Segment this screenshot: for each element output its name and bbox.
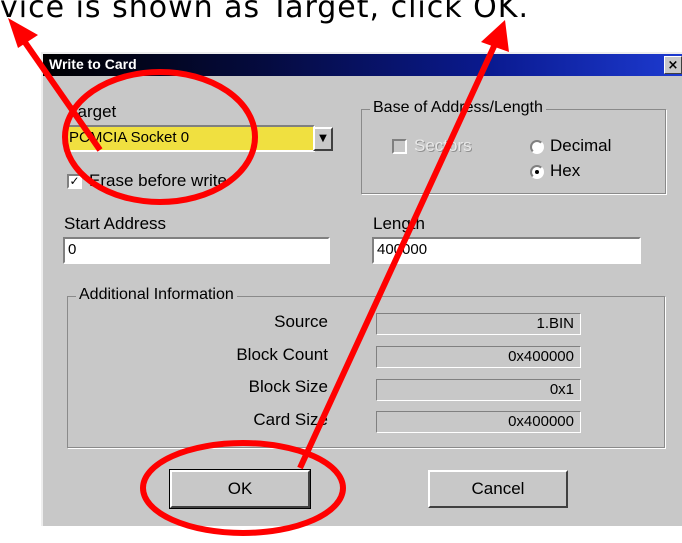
close-button[interactable]: × [664,56,682,74]
dialog-titlebar[interactable]: Write to Card × [43,54,682,76]
base-address-group-label: Base of Address/Length [370,99,546,117]
start-address-input[interactable]: 0 [63,237,330,264]
block-count-value: 0x400000 [376,346,581,368]
ok-button[interactable]: OK [169,469,311,509]
chevron-down-icon[interactable]: ▼ [313,127,333,151]
start-address-label: Start Address [64,214,167,233]
hex-label: Hex [550,161,581,180]
length-label: Length [373,214,425,233]
target-label: Target [69,102,117,121]
instruction-caption: vice is shown as Target, click OK. [0,0,529,25]
source-value: 1.BIN [376,313,581,335]
card-size-value: 0x400000 [376,411,581,433]
source-label: Source [274,312,328,331]
erase-label: Erase before write [89,171,227,190]
card-size-label: Card Size [253,410,328,429]
write-to-card-dialog: Write to Card × Target PCMCIA Socket 0 ▼… [41,52,682,526]
block-count-label: Block Count [236,345,328,364]
hex-radio[interactable] [530,165,544,179]
sectors-label: Sectors [414,136,472,155]
base-address-group: Base of Address/Length Sectors Decimal H… [361,99,666,194]
decimal-radio[interactable] [530,140,544,154]
dialog-title: Write to Card [49,56,137,72]
target-select-value: PCMCIA Socket 0 [69,129,190,146]
length-input[interactable]: 400000 [372,237,641,264]
block-size-label: Block Size [248,377,328,396]
cancel-button[interactable]: Cancel [428,470,568,508]
block-size-value: 0x1 [376,379,581,401]
sectors-checkbox[interactable] [392,139,407,154]
decimal-label: Decimal [550,136,612,155]
erase-checkbox[interactable]: ✓ [67,174,82,189]
target-select[interactable]: PCMCIA Socket 0 [64,125,315,152]
additional-info-group-label: Additional Information [76,286,237,304]
